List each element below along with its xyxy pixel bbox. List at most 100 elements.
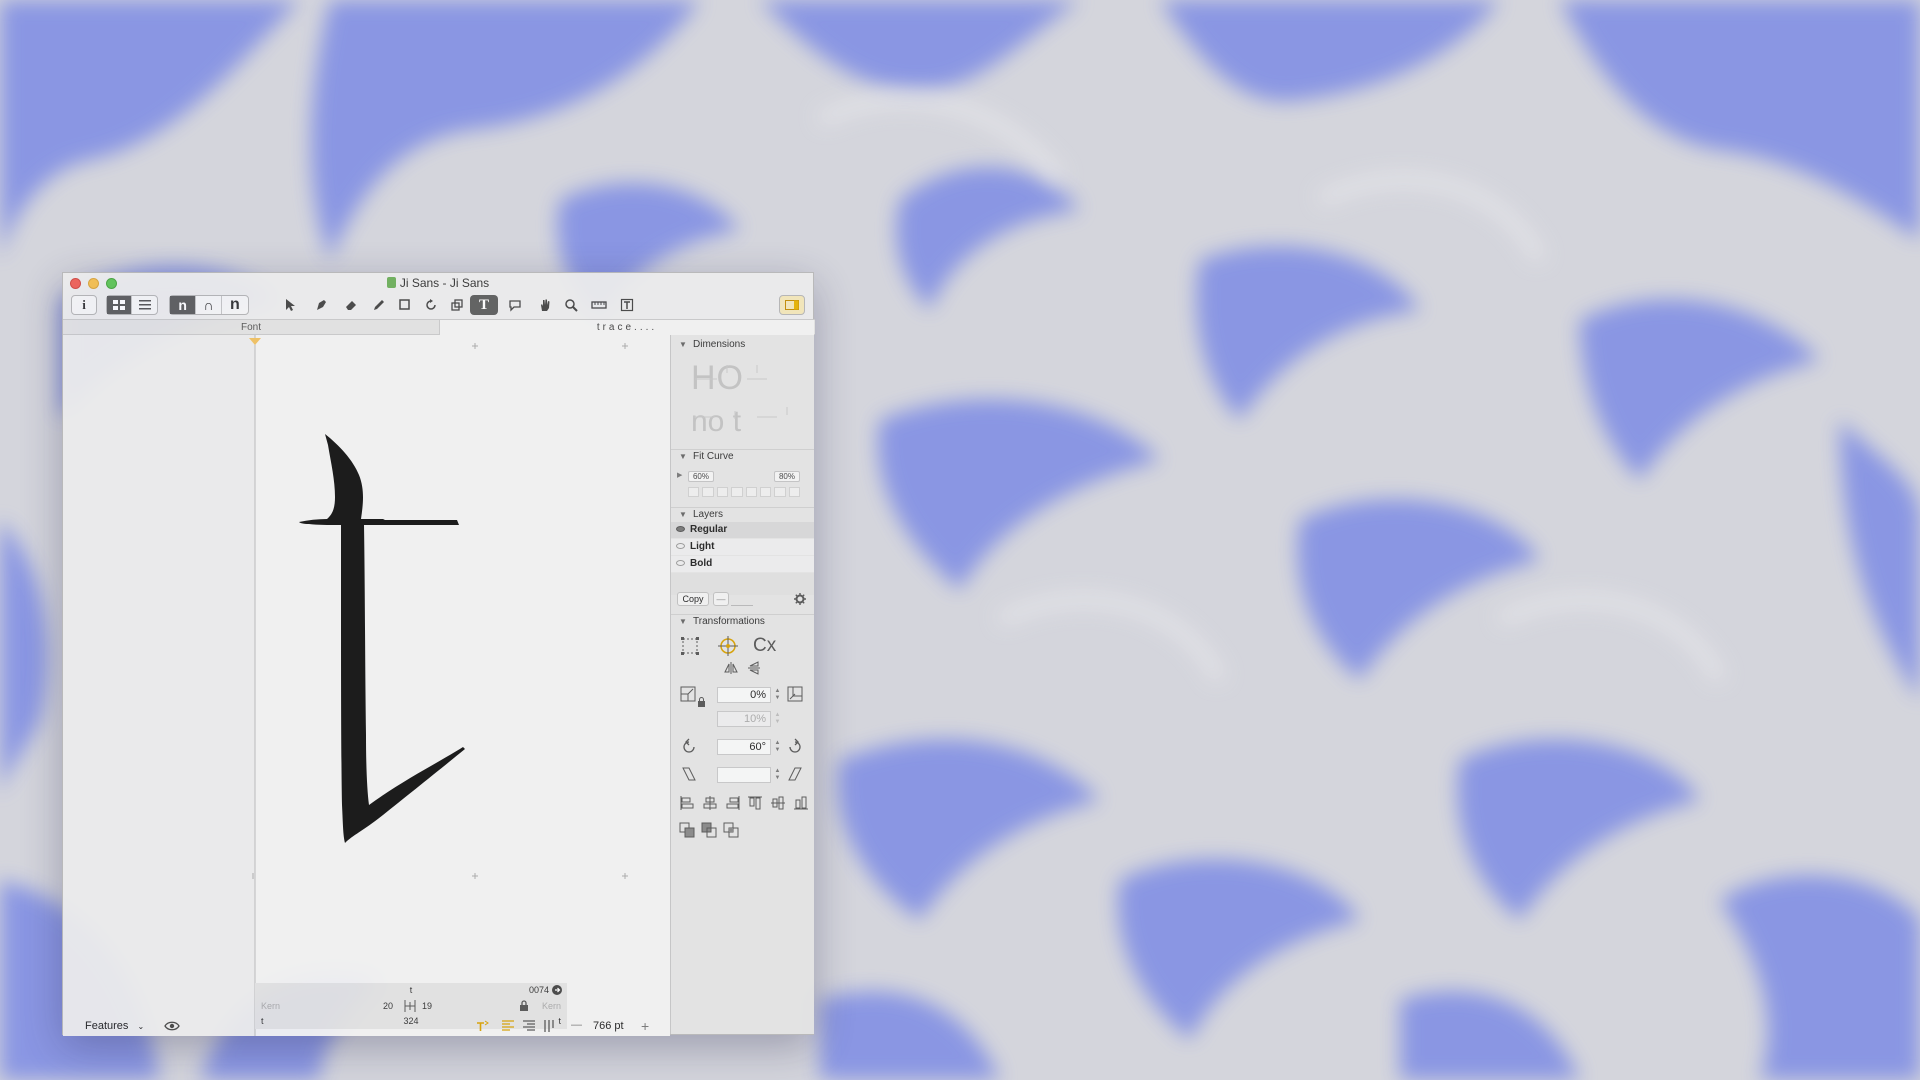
intersect-icon[interactable] <box>723 822 739 838</box>
bounding-box-icon[interactable] <box>680 636 700 656</box>
slant-right-icon[interactable] <box>787 766 803 782</box>
vertical-text-icon[interactable] <box>542 1019 556 1033</box>
metrics-cx-label[interactable]: Cx <box>753 635 776 657</box>
eye-preview-icon[interactable] <box>164 1021 180 1031</box>
zoom-in-button[interactable]: + <box>641 1018 649 1034</box>
text-tool[interactable]: T <box>470 295 498 315</box>
rotate-icon <box>426 299 436 310</box>
align-text-left-icon[interactable] <box>501 1019 515 1033</box>
fit-curve-segment[interactable] <box>731 487 743 497</box>
scale-down-icon[interactable] <box>680 686 696 702</box>
select-tool[interactable] <box>277 295 305 315</box>
zoom-level-label[interactable]: 766 pt <box>593 1020 624 1032</box>
primitives-tool[interactable] <box>391 295 419 315</box>
align-bottom-icon[interactable] <box>793 795 809 811</box>
rsb-value[interactable]: 19 <box>422 1001 432 1011</box>
align-top-icon[interactable] <box>747 795 763 811</box>
gear-icon[interactable] <box>794 593 806 605</box>
edit-view-group: n ∩ n <box>169 295 249 315</box>
rotate-field[interactable]: 60° <box>717 739 771 755</box>
speech-bubble-icon <box>509 300 521 312</box>
edit-view-outline-button[interactable]: n <box>170 296 197 314</box>
glyph-n-bold-icon: n <box>229 296 240 313</box>
slant-left-icon[interactable] <box>681 766 697 782</box>
features-popup[interactable]: Features ⌄ <box>85 1020 144 1032</box>
fit-curve-segment[interactable] <box>702 487 714 497</box>
flip-vertical-icon[interactable] <box>747 661 761 675</box>
measurement-tool[interactable] <box>585 295 613 315</box>
rotate-right-icon[interactable] <box>787 738 803 754</box>
align-left-icon[interactable] <box>679 795 695 811</box>
edit-view-thin-button[interactable]: ∩ <box>196 296 222 314</box>
lock-icon[interactable] <box>697 697 706 707</box>
align-text-right-icon[interactable] <box>522 1019 536 1033</box>
metrics-link-icon[interactable] <box>403 999 417 1013</box>
hand-tool[interactable] <box>531 295 559 315</box>
disclosure-triangle-icon: ▼ <box>679 340 687 349</box>
eraser-tool[interactable] <box>337 295 365 315</box>
scale-icon <box>451 299 463 311</box>
fit-curve-expand-icon[interactable]: ▶ <box>677 471 682 479</box>
layer-row[interactable]: Regular <box>671 522 814 538</box>
text-direction-icon[interactable] <box>475 1019 489 1033</box>
fit-curve-panel-header[interactable]: ▼ Fit Curve <box>671 449 814 465</box>
copy-layer-button[interactable]: Copy <box>677 592 709 606</box>
fit-curve-segment[interactable] <box>759 487 772 497</box>
remove-layer-button[interactable]: — <box>713 592 729 606</box>
scale-up-icon[interactable] <box>787 686 803 702</box>
fit-curve-segment[interactable] <box>745 487 757 497</box>
tab-trace[interactable]: trace.... <box>440 320 814 335</box>
toggle-sidebar-button[interactable] <box>779 295 805 315</box>
draw-tool[interactable] <box>307 295 335 315</box>
edit-view-bold-button[interactable]: n <box>222 296 248 314</box>
zoom-out-button[interactable]: — <box>571 1019 582 1031</box>
scale-x-field[interactable]: 0% <box>717 687 771 703</box>
list-view-button[interactable] <box>132 296 157 314</box>
eraser-icon <box>346 301 356 310</box>
text-options-tool[interactable] <box>613 295 641 315</box>
subtract-icon[interactable] <box>701 822 717 838</box>
lock-icon[interactable] <box>519 1000 529 1011</box>
eye-icon[interactable] <box>676 560 685 566</box>
scale-tool[interactable] <box>443 295 471 315</box>
align-middle-icon[interactable] <box>770 795 786 811</box>
fit-curve-segment[interactable] <box>774 487 786 497</box>
tab-font[interactable]: Font <box>63 320 440 335</box>
layer-row[interactable]: Light <box>671 539 814 555</box>
scale-x-stepper[interactable]: ▲ ▼ <box>774 688 781 702</box>
align-center-icon[interactable] <box>702 795 718 811</box>
glyph-name-label: t <box>409 985 413 995</box>
rotate-stepper[interactable]: ▲ ▼ <box>774 740 781 754</box>
rotate-left-icon[interactable] <box>681 738 697 754</box>
grid-view-button[interactable] <box>107 296 133 314</box>
scale-y-field[interactable]: 10% <box>717 711 771 727</box>
flip-horizontal-icon[interactable] <box>724 661 738 675</box>
palette-sidebar: ▼ Dimensions HO no t ▼ Fit Curve ▶ 60% 8… <box>670 335 814 1034</box>
zoom-tool[interactable] <box>557 295 585 315</box>
annotation-tool[interactable] <box>501 295 529 315</box>
eye-icon[interactable] <box>676 543 685 549</box>
glyph-edit-canvas[interactable]: t 0074 Kern 20 19 Kern t 324 t <box>63 335 670 1036</box>
transformations-panel-header[interactable]: ▼ Transformations <box>671 614 814 630</box>
pencil-tool[interactable] <box>365 295 393 315</box>
transform-origin-icon[interactable] <box>717 635 739 657</box>
info-button[interactable]: i <box>71 295 97 315</box>
fit-curve-min-field[interactable]: 60% <box>688 471 714 482</box>
align-right-icon[interactable] <box>725 795 741 811</box>
pen-nib-icon <box>317 300 326 310</box>
fit-curve-max-field[interactable]: 80% <box>774 471 800 482</box>
fit-curve-segment[interactable] <box>716 487 729 497</box>
rotate-tool[interactable] <box>417 295 445 315</box>
scale-y-stepper[interactable]: ▲ ▼ <box>774 712 781 726</box>
slant-field[interactable] <box>717 767 771 783</box>
slant-stepper[interactable]: ▲ ▼ <box>774 768 781 782</box>
union-icon[interactable] <box>679 822 695 838</box>
fit-curve-segment[interactable] <box>688 487 700 497</box>
layers-panel-header[interactable]: ▼ Layers <box>671 507 814 523</box>
arrow-circle-right-icon[interactable] <box>551 984 563 996</box>
fit-curve-segment[interactable] <box>788 487 800 497</box>
layer-row[interactable]: Bold <box>671 556 814 572</box>
dimensions-panel-header[interactable]: ▼ Dimensions <box>671 338 814 353</box>
eye-icon[interactable] <box>676 526 685 532</box>
lsb-value[interactable]: 20 <box>383 1001 393 1011</box>
